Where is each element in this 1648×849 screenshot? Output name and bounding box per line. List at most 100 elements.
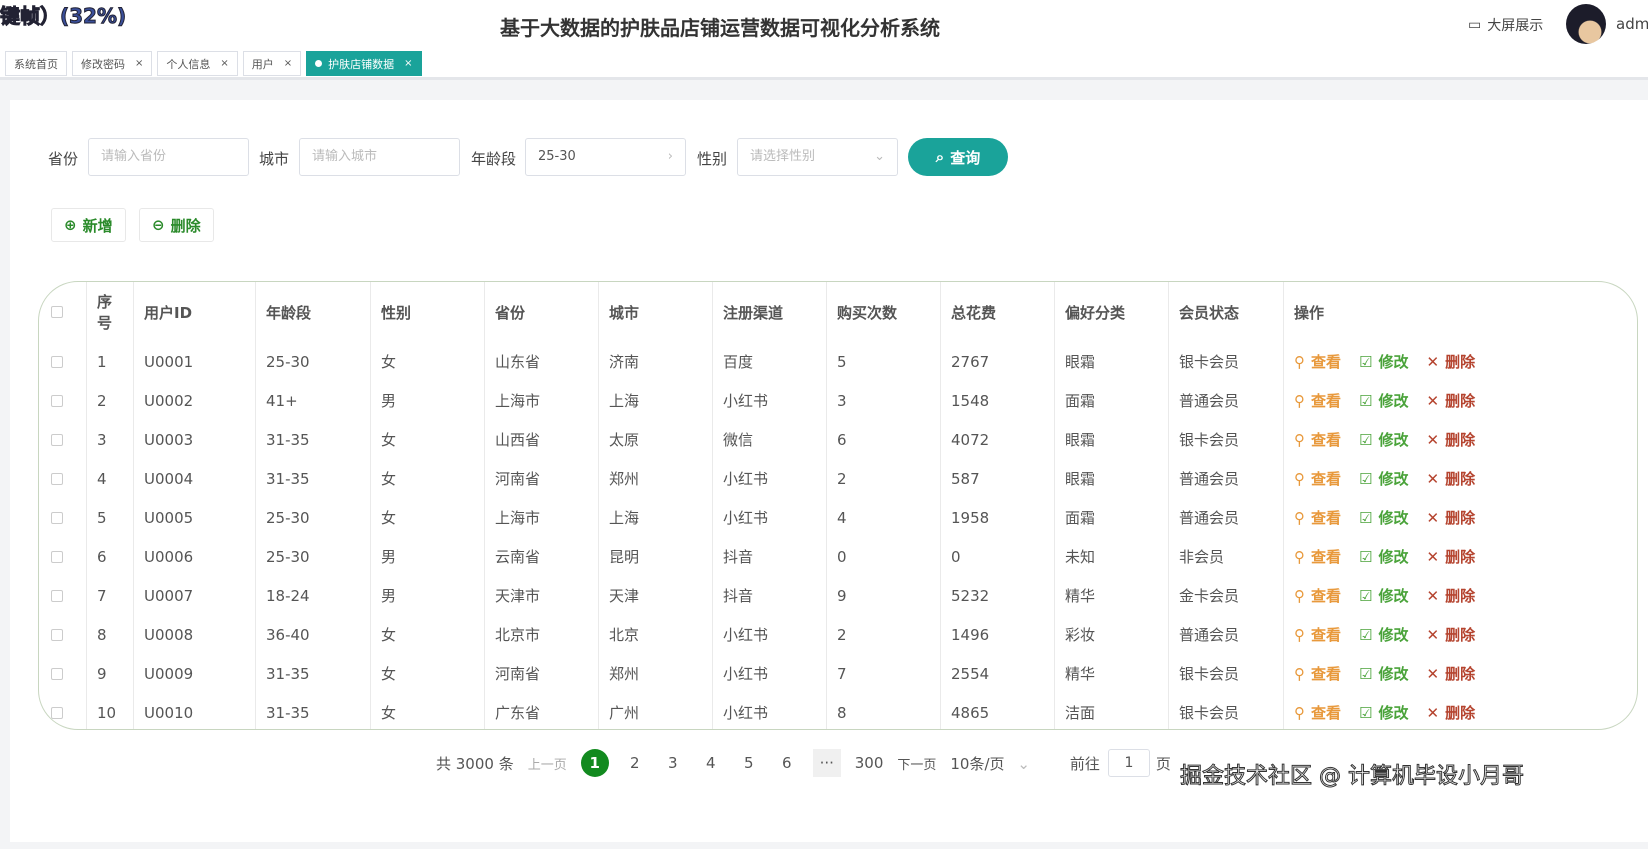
table-cell: 4865 — [941, 693, 1055, 729]
page-6[interactable]: 6 — [775, 754, 799, 772]
tab-3[interactable]: 用户 × — [242, 51, 302, 76]
cell-value: 9 — [837, 586, 847, 605]
row-checkbox[interactable] — [51, 394, 63, 407]
cell-value: 1958 — [951, 508, 990, 527]
table-cell: 2 — [827, 459, 941, 498]
table-cell: 女 — [371, 459, 485, 498]
more-pages-button[interactable]: ··· — [812, 749, 841, 777]
batch-delete-button[interactable]: ⊖ 删除 — [139, 208, 214, 242]
age-select[interactable]: 25-30 › — [525, 138, 686, 176]
cell-value: 眼霜 — [1065, 470, 1096, 488]
row-checkbox[interactable] — [51, 550, 63, 563]
cell-value: 2767 — [951, 352, 990, 371]
edit-button[interactable]: ☑ 修改 — [1359, 507, 1408, 528]
row-actions: ⚲ 查看 ☑ 修改 ✕ 删除 — [1294, 351, 1475, 372]
edit-button[interactable]: ☑ 修改 — [1359, 663, 1408, 684]
table-cell: 4 — [827, 498, 941, 537]
delete-button[interactable]: ✕ 删除 — [1426, 585, 1475, 606]
close-icon[interactable]: × — [404, 58, 412, 69]
row-checkbox[interactable] — [51, 511, 63, 524]
page-1[interactable]: 1 — [580, 749, 609, 777]
edit-button[interactable]: ☑ 修改 — [1359, 468, 1408, 489]
tab-0[interactable]: 系统首页 — [5, 51, 67, 76]
tab-2[interactable]: 个人信息 × — [157, 51, 238, 76]
view-button[interactable]: ⚲ 查看 — [1294, 468, 1341, 489]
cell-value: 北京市 — [495, 626, 541, 644]
query-button[interactable]: ⌕ 查询 — [908, 138, 1008, 176]
close-icon[interactable]: × — [284, 58, 292, 69]
row-checkbox[interactable] — [51, 667, 63, 680]
delete-button[interactable]: ✕ 删除 — [1426, 663, 1475, 684]
page-title: 基于大数据的护肤品店铺运营数据可视化分析系统 — [500, 16, 940, 40]
view-button[interactable]: ⚲ 查看 — [1294, 663, 1341, 684]
row-checkbox[interactable] — [51, 706, 63, 719]
cell-value: 25-30 — [266, 352, 310, 371]
view-button[interactable]: ⚲ 查看 — [1294, 429, 1341, 450]
row-actions: ⚲ 查看 ☑ 修改 ✕ 删除 — [1294, 702, 1475, 723]
tab-1[interactable]: 修改密码 × — [72, 51, 153, 76]
page-4[interactable]: 4 — [699, 754, 723, 772]
row-checkbox[interactable] — [51, 472, 63, 485]
edit-icon: ☑ — [1359, 469, 1373, 488]
close-icon[interactable]: × — [220, 58, 228, 69]
row-checkbox[interactable] — [51, 355, 63, 368]
cell-value: 太原 — [609, 431, 640, 449]
table-row: 7 U0007 18-24 男 天津市 天津 抖音 9 5232 精华 金卡会员 ⚲ 查看 ☑ 修改 ✕ 删除 — [39, 576, 1637, 615]
province-input[interactable]: 请输入省份 — [88, 138, 249, 176]
view-button[interactable]: ⚲ 查看 — [1294, 702, 1341, 723]
edit-button[interactable]: ☑ 修改 — [1359, 390, 1408, 411]
city-input[interactable]: 请输入城市 — [299, 138, 460, 176]
delete-button[interactable]: ✕ 删除 — [1426, 546, 1475, 567]
page-2[interactable]: 2 — [623, 754, 647, 772]
column-header: 用户ID — [144, 303, 193, 322]
edit-button[interactable]: ☑ 修改 — [1359, 429, 1408, 450]
table-cell: 非会员 — [1169, 537, 1284, 576]
view-button[interactable]: ⚲ 查看 — [1294, 585, 1341, 606]
view-button[interactable]: ⚲ 查看 — [1294, 351, 1341, 372]
top-bar: 基于大数据的护肤品店铺运营数据可视化分析系统 ▭ 大屏展示 admin — [0, 0, 1648, 48]
table-cell: 25-30 — [256, 537, 371, 576]
edit-button[interactable]: ☑ 修改 — [1359, 702, 1408, 723]
row-checkbox[interactable] — [51, 589, 63, 602]
search-icon: ⚲ — [1294, 352, 1305, 371]
bigscreen-button[interactable]: ▭ 大屏展示 — [1468, 15, 1543, 35]
tab-4[interactable]: 护肤店铺数据 × — [306, 51, 422, 76]
page-3[interactable]: 3 — [661, 754, 685, 772]
row-checkbox[interactable] — [51, 433, 63, 446]
edit-button[interactable]: ☑ 修改 — [1359, 585, 1408, 606]
delete-button[interactable]: ✕ 删除 — [1426, 624, 1475, 645]
search-icon: ⚲ — [1294, 703, 1305, 722]
delete-button[interactable]: ✕ 删除 — [1426, 702, 1475, 723]
column-header: 城市 — [609, 303, 640, 322]
header-cell: 性别 — [371, 282, 485, 342]
view-button[interactable]: ⚲ 查看 — [1294, 507, 1341, 528]
page-last[interactable]: 300 — [855, 754, 884, 772]
cell-value: 银卡会员 — [1179, 704, 1240, 722]
username[interactable]: admin — [1616, 15, 1648, 33]
goto-input[interactable]: 1 — [1107, 749, 1150, 777]
delete-button[interactable]: ✕ 删除 — [1426, 390, 1475, 411]
delete-button[interactable]: ✕ 删除 — [1426, 468, 1475, 489]
header-cell: 省份 — [485, 282, 599, 342]
page-size-select[interactable]: 10条/页 ⌄ — [950, 753, 1030, 774]
delete-button[interactable]: ✕ 删除 — [1426, 351, 1475, 372]
delete-button[interactable]: ✕ 删除 — [1426, 429, 1475, 450]
gender-select[interactable]: 请选择性别 ⌄ — [737, 138, 898, 176]
prev-page-button[interactable]: 上一页 — [528, 754, 567, 773]
select-all-checkbox[interactable] — [51, 306, 63, 318]
next-page-button[interactable]: 下一页 — [897, 754, 936, 773]
edit-button[interactable]: ☑ 修改 — [1359, 546, 1408, 567]
edit-button[interactable]: ☑ 修改 — [1359, 351, 1408, 372]
row-checkbox[interactable] — [51, 628, 63, 641]
edit-button[interactable]: ☑ 修改 — [1359, 624, 1408, 645]
view-button[interactable]: ⚲ 查看 — [1294, 546, 1341, 567]
table-cell: 10 — [87, 693, 134, 729]
close-icon[interactable]: × — [135, 58, 143, 69]
table-cell: 未知 — [1055, 537, 1169, 576]
delete-button[interactable]: ✕ 删除 — [1426, 507, 1475, 528]
avatar[interactable] — [1566, 4, 1606, 44]
add-button[interactable]: ⊕ 新增 — [51, 208, 126, 242]
view-button[interactable]: ⚲ 查看 — [1294, 624, 1341, 645]
view-button[interactable]: ⚲ 查看 — [1294, 390, 1341, 411]
page-5[interactable]: 5 — [737, 754, 761, 772]
